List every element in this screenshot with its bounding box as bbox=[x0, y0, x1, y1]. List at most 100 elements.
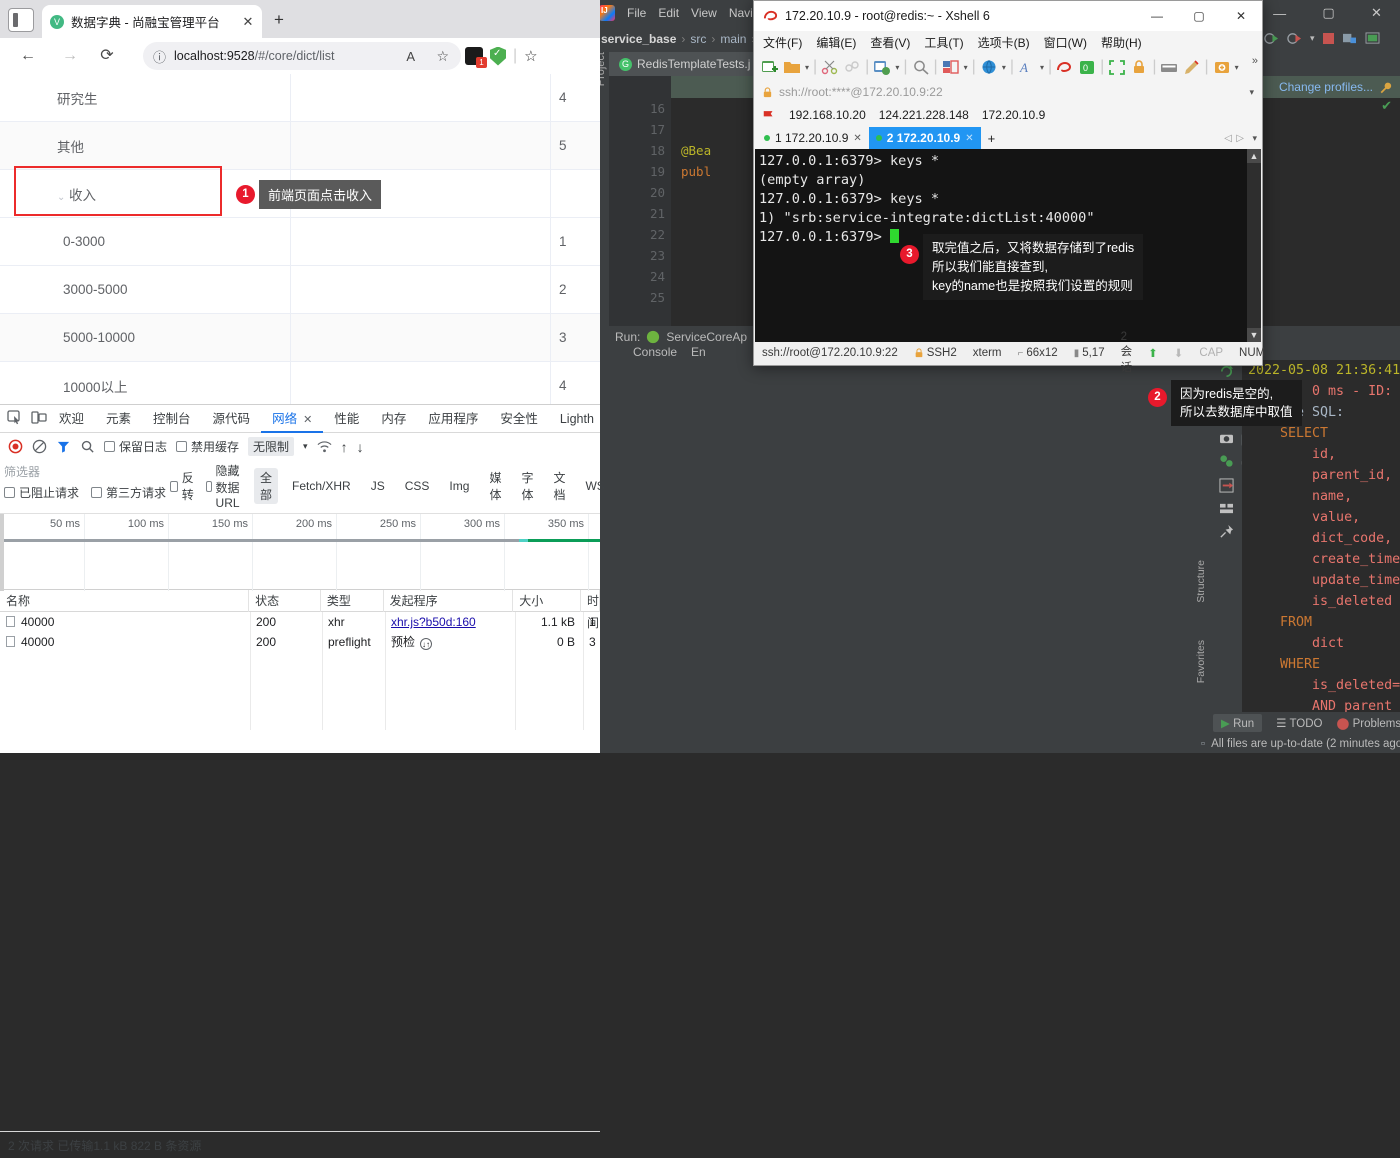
dict-table-row[interactable]: 0-3000 1 bbox=[0, 217, 600, 266]
column-header-时间[interactable]: 时间 bbox=[581, 589, 601, 630]
xshell-close-button[interactable]: ✕ bbox=[1220, 1, 1262, 31]
xshell-new-tab-button[interactable]: + bbox=[981, 131, 1003, 146]
forward-button[interactable]: → bbox=[56, 42, 84, 70]
resource-type-chip-全部[interactable]: 全部 bbox=[254, 468, 279, 504]
toolbar-overflow-icon[interactable]: » bbox=[1252, 55, 1258, 67]
xshell-menu-编辑(E)[interactable]: 编辑(E) bbox=[816, 34, 856, 51]
resource-type-chip-WS[interactable]: WS bbox=[579, 478, 610, 494]
column-header-大小[interactable]: 大小 bbox=[513, 589, 581, 612]
highlight-pen-icon[interactable] bbox=[1182, 59, 1200, 76]
close-network-tab-icon[interactable]: ✕ bbox=[303, 414, 312, 426]
preserve-log-checkbox[interactable]: 保留日志 bbox=[104, 438, 167, 455]
throttling-select[interactable]: 无限制 bbox=[248, 437, 295, 456]
address-dropdown-caret-icon[interactable]: ▾ bbox=[1249, 87, 1254, 98]
tab-endpoints[interactable]: En bbox=[691, 345, 706, 359]
xshell-menu-工具(T)[interactable]: 工具(T) bbox=[924, 34, 963, 51]
bottom-tab-todo[interactable]: ☰ TODO bbox=[1276, 716, 1322, 730]
scroll-down-arrow-icon[interactable]: ▼ bbox=[1247, 328, 1261, 342]
devtools-tab-应用程序[interactable]: 应用程序 bbox=[417, 405, 489, 433]
column-header-发起程序[interactable]: 发起程序 bbox=[384, 589, 514, 612]
layout-icon[interactable] bbox=[942, 59, 960, 76]
add-dropdown-caret-icon[interactable]: ▾ bbox=[1235, 63, 1239, 72]
devtools-tab-元素[interactable]: 元素 bbox=[95, 405, 142, 433]
tabs-scroll-left-icon[interactable]: ◁ bbox=[1224, 133, 1232, 144]
editor-tab-redistemplatetests[interactable]: G RedisTemplateTests.j bbox=[609, 52, 761, 76]
scroll-up-arrow-icon[interactable]: ▲ bbox=[1247, 149, 1261, 163]
preflight-info-icon[interactable]: ↓↑ bbox=[420, 638, 433, 650]
browser-tab[interactable]: V 数据字典 - 尚融宝管理平台 ✕ bbox=[42, 5, 262, 38]
ide-menu-edit[interactable]: Edit bbox=[658, 6, 679, 20]
globe-dropdown-caret-icon[interactable]: ▾ bbox=[1002, 63, 1006, 72]
xshell-session-tab[interactable]: 1 172.20.10.9 ✕ bbox=[757, 127, 869, 149]
xshell-session-tab[interactable]: 2 172.20.10.9 ✕ bbox=[868, 127, 981, 149]
dict-table-row[interactable]: 3000-5000 2 bbox=[0, 265, 600, 314]
xshell-quick-link[interactable]: 172.20.10.9 bbox=[982, 108, 1045, 122]
back-button[interactable]: ← bbox=[14, 42, 42, 70]
session-properties-icon[interactable] bbox=[873, 59, 891, 76]
network-conditions-icon[interactable] bbox=[317, 439, 332, 454]
terminal-scrollbar[interactable]: ▲ ▼ bbox=[1247, 149, 1261, 342]
tab-console[interactable]: Console bbox=[633, 345, 677, 359]
resource-type-chip-CSS[interactable]: CSS bbox=[399, 478, 436, 494]
adblock-shield-icon[interactable] bbox=[490, 46, 506, 66]
ide-maximize-button[interactable]: ▢ bbox=[1322, 5, 1334, 21]
xshell-quick-link[interactable]: 192.168.10.20 bbox=[789, 108, 866, 122]
dict-table-row[interactable]: 10000以上 4 bbox=[0, 361, 600, 404]
bottom-tab-problems[interactable]: ⬤ Problems bbox=[1336, 716, 1400, 730]
dict-table-row[interactable]: 5000-10000 3 bbox=[0, 313, 600, 362]
new-tab-button[interactable]: + bbox=[268, 10, 290, 32]
layout-dropdown-caret-icon[interactable]: ▾ bbox=[964, 63, 968, 72]
site-info-icon[interactable]: ⓘ bbox=[153, 47, 166, 66]
fullscreen-icon[interactable] bbox=[1108, 59, 1126, 76]
invert-checkbox[interactable]: 反转 bbox=[170, 469, 197, 503]
xshell-menu-查看(V)[interactable]: 查看(V) bbox=[870, 34, 910, 51]
inspect-element-icon[interactable] bbox=[6, 409, 24, 429]
import-har-icon[interactable]: ↑ bbox=[341, 439, 348, 455]
find-icon[interactable] bbox=[912, 59, 930, 76]
new-session-icon[interactable] bbox=[761, 59, 779, 76]
close-session-tab-icon[interactable]: ✕ bbox=[853, 133, 861, 144]
xftp-icon[interactable]: 0 bbox=[1078, 59, 1096, 76]
devtools-tab-Lighth[interactable]: Lighth bbox=[549, 405, 605, 433]
xshell-menu-窗口(W)[interactable]: 窗口(W) bbox=[1044, 34, 1087, 51]
clear-icon[interactable] bbox=[32, 439, 47, 454]
hide-data-urls-checkbox[interactable]: 隐藏数据 URL bbox=[206, 462, 245, 510]
resource-type-chip-JS[interactable]: JS bbox=[365, 478, 391, 494]
filter-input[interactable]: 筛选器 bbox=[4, 463, 164, 481]
close-session-tab-icon[interactable]: ✕ bbox=[965, 133, 973, 144]
extension-icon[interactable]: 1 bbox=[465, 47, 487, 68]
read-aloud-icon[interactable]: A bbox=[406, 49, 415, 64]
xshell-maximize-button[interactable]: ▢ bbox=[1178, 1, 1220, 31]
ide-close-button[interactable]: ✕ bbox=[1371, 5, 1382, 21]
resource-type-chip-字体[interactable]: 字体 bbox=[515, 468, 539, 504]
open-folder-icon[interactable] bbox=[783, 59, 801, 76]
resource-type-chip-Fetch/XHR[interactable]: Fetch/XHR bbox=[286, 478, 357, 494]
camera-snapshot-icon[interactable] bbox=[1219, 432, 1234, 445]
favorites-bar-icon[interactable]: ☆ bbox=[524, 47, 537, 65]
close-tab-icon[interactable]: ✕ bbox=[240, 14, 256, 30]
font-icon[interactable]: A bbox=[1018, 59, 1036, 76]
chevron-down-icon[interactable]: ▾ bbox=[303, 441, 308, 452]
properties-dropdown-caret-icon[interactable]: ▾ bbox=[895, 63, 899, 72]
font-dropdown-caret-icon[interactable]: ▾ bbox=[1040, 63, 1044, 72]
record-stop-icon[interactable] bbox=[8, 439, 23, 454]
xshell-menu-选项卡(B)[interactable]: 选项卡(B) bbox=[978, 34, 1030, 51]
xshell-quick-link[interactable]: 124.221.228.148 bbox=[879, 108, 969, 122]
disable-cache-checkbox[interactable]: 禁用缓存 bbox=[176, 438, 239, 455]
column-header-类型[interactable]: 类型 bbox=[321, 589, 384, 612]
resource-type-chip-Img[interactable]: Img bbox=[443, 478, 475, 494]
add-favorite-icon[interactable]: ☆ bbox=[436, 48, 449, 65]
breadcrumb-item-1[interactable]: src bbox=[690, 32, 706, 46]
devtools-tab-控制台[interactable]: 控制台 bbox=[142, 405, 202, 433]
keyboard-icon[interactable] bbox=[1160, 59, 1178, 76]
table-row[interactable]: 40000 200 xhr xhr.js?b50d:160 1.1 kB 1 bbox=[0, 612, 600, 632]
lock-icon[interactable] bbox=[1130, 59, 1148, 76]
export-har-icon[interactable]: ↓ bbox=[357, 439, 364, 455]
xshell-menu-文件(F)[interactable]: 文件(F) bbox=[763, 34, 802, 51]
column-header-名称[interactable]: 名称 bbox=[0, 589, 250, 612]
devtools-tab-源代码[interactable]: 源代码 bbox=[202, 405, 262, 433]
resource-type-chip-文档[interactable]: 文档 bbox=[547, 468, 571, 504]
ide-minimize-button[interactable]: — bbox=[1273, 6, 1286, 21]
bottom-tab-run[interactable]: ▶ Run bbox=[1213, 714, 1263, 732]
resource-type-chip-媒体[interactable]: 媒体 bbox=[483, 468, 507, 504]
